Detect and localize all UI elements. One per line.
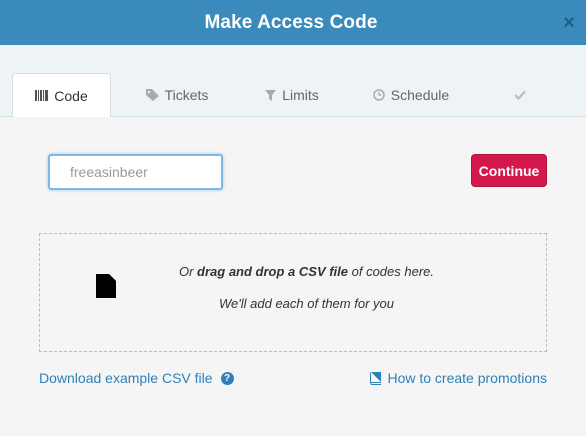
tab-confirm[interactable]: [500, 73, 540, 117]
tab-label: Code: [54, 87, 88, 104]
dialog-title: Make Access Code: [204, 11, 378, 33]
book-icon: [369, 371, 382, 385]
tab-code[interactable]: Code: [12, 73, 111, 118]
clock-icon: [373, 89, 385, 101]
code-input[interactable]: [48, 154, 223, 190]
tab-label: Limits: [282, 87, 319, 103]
tab-tickets[interactable]: Tickets: [134, 73, 220, 117]
tab-limits[interactable]: Limits: [252, 73, 332, 117]
dialog-header: Make Access Code ×: [0, 0, 586, 45]
check-icon: [514, 90, 526, 100]
download-csv-link[interactable]: Download example CSV file ?: [39, 370, 234, 386]
question-icon[interactable]: ?: [220, 371, 234, 385]
barcode-icon: [35, 90, 49, 101]
tab-label: Schedule: [390, 87, 450, 103]
tab-bar: Code Tickets Limits Schedule: [0, 45, 586, 118]
how-to-create-promotions-link[interactable]: How to create promotions: [369, 370, 547, 386]
dropzone-subtext: We'll add each of them for you: [219, 296, 394, 311]
code-panel: Continue Or drag and drop a CSV file of …: [0, 117, 586, 436]
dropzone-instructions: Or drag and drop a CSV file of codes her…: [178, 264, 435, 279]
csv-dropzone[interactable]: Or drag and drop a CSV file of codes her…: [39, 233, 547, 352]
tab-schedule[interactable]: Schedule: [360, 73, 462, 117]
close-icon[interactable]: ×: [560, 13, 578, 33]
filter-icon: [265, 89, 277, 101]
continue-button[interactable]: Continue: [471, 154, 547, 187]
tab-label: Tickets: [164, 87, 209, 103]
ticket-icon: [145, 89, 159, 101]
